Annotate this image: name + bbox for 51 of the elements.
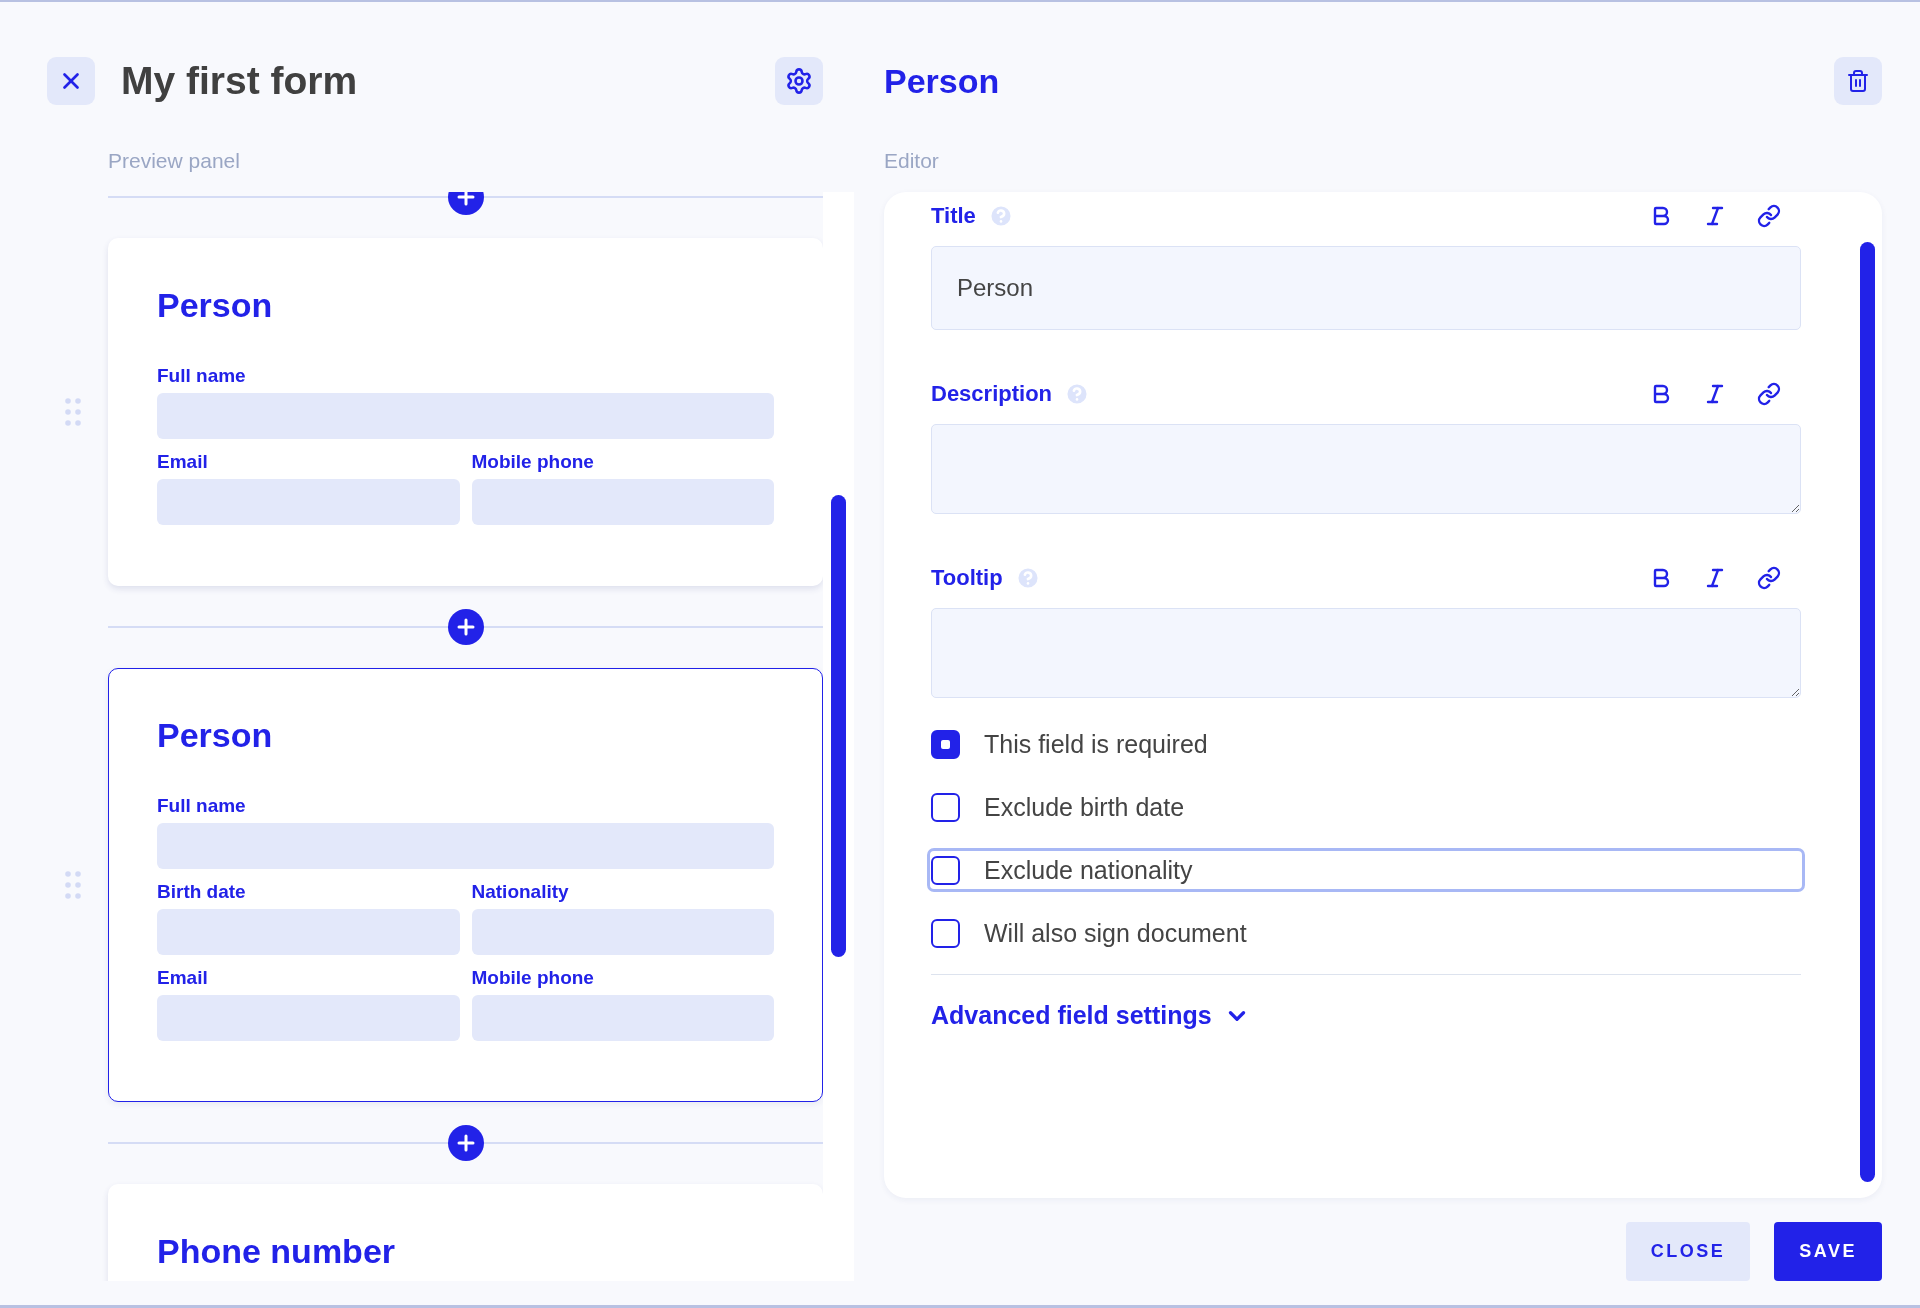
delete-button[interactable] (1834, 57, 1882, 105)
panel-label: Editor (884, 148, 940, 174)
editor-title: Person (884, 61, 1001, 101)
save-button[interactable]: SAVE (1774, 1222, 1882, 1281)
link-icon (1757, 566, 1781, 590)
field-label: Mobile phone (471, 450, 595, 474)
scrollbar-thumb[interactable] (1860, 242, 1875, 1182)
form-block-card[interactable]: Person Full name Birth date Nationality Email Mobile phone (108, 668, 823, 1102)
add-block-button[interactable] (447, 609, 484, 645)
link-icon (1757, 382, 1781, 406)
cancel-button[interactable]: CLOSE (1625, 1222, 1751, 1281)
field-label: Tooltip (931, 565, 1003, 591)
add-block-button[interactable] (447, 1125, 484, 1161)
checkbox[interactable] (931, 792, 960, 822)
trash-icon (1846, 69, 1870, 93)
checkbox[interactable] (931, 729, 960, 759)
field-label: Full name (157, 794, 247, 818)
field-label: Email (157, 966, 209, 990)
drag-handle-icon[interactable] (65, 398, 81, 426)
checkbox[interactable] (931, 918, 960, 948)
form-block-card[interactable]: Person Full name Email Mobile phone (108, 238, 823, 586)
settings-icon (785, 67, 813, 95)
checkbox-row[interactable]: This field is required (927, 722, 1805, 766)
field-label: Description (931, 381, 1053, 407)
field-label: Title (931, 203, 976, 229)
checkbox-label: This field is required (984, 729, 1208, 759)
checkbox-row[interactable]: Exclude birth date (927, 785, 1805, 829)
form-title: My first form (121, 59, 359, 103)
form-block-card[interactable]: Phone number (108, 1184, 823, 1281)
checkbox[interactable] (931, 855, 960, 885)
field-label: Email (157, 450, 209, 474)
field-label: Birth date (157, 880, 247, 904)
checkbox-label: Exclude nationality (984, 855, 1193, 885)
checkbox-row[interactable]: Will also sign document (927, 911, 1805, 955)
link-icon (1757, 204, 1781, 228)
field-label: Nationality (471, 880, 570, 904)
drag-handle-icon[interactable] (65, 871, 81, 899)
block-title: Phone number (157, 1231, 397, 1271)
checkbox-row[interactable]: Exclude nationality (927, 848, 1805, 892)
advanced-settings-toggle[interactable]: Advanced field settings (931, 1001, 1250, 1030)
title-input[interactable]: Person (931, 246, 1801, 330)
checkbox-label: Will also sign document (984, 918, 1247, 948)
settings-button[interactable] (775, 57, 823, 105)
block-title: Person (157, 715, 274, 755)
scrollbar-thumb[interactable] (831, 495, 846, 957)
block-title: Person (157, 285, 274, 325)
close-button[interactable] (47, 57, 95, 105)
field-label: Full name (157, 364, 247, 388)
field-label: Mobile phone (471, 966, 595, 990)
checkbox-label: Exclude birth date (984, 792, 1185, 822)
panel-label: Preview panel (108, 148, 241, 174)
